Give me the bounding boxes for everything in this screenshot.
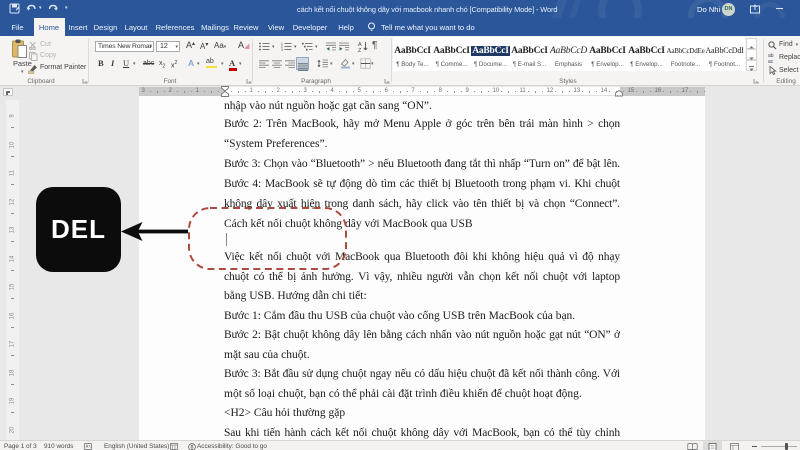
svg-text:Z: Z xyxy=(358,48,362,52)
svg-text:3: 3 xyxy=(281,48,283,51)
